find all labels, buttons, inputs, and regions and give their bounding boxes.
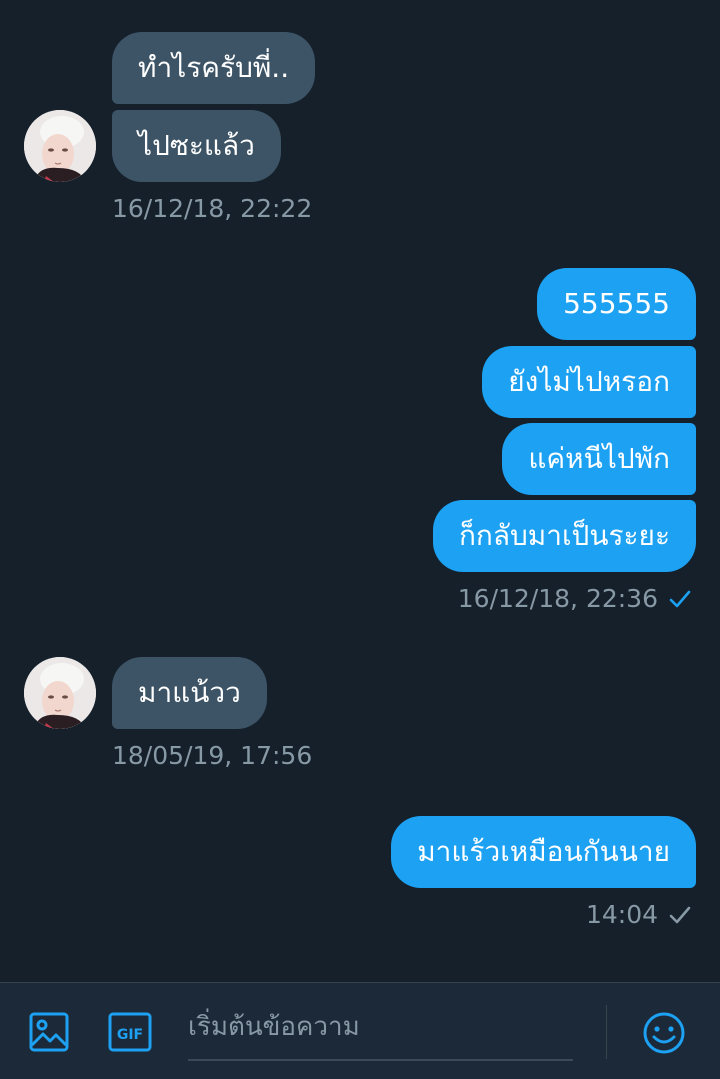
- svg-text:GIF: GIF: [117, 1027, 143, 1043]
- outgoing-message-bubble[interactable]: มาแร้วเหมือนกันนาย: [391, 816, 696, 888]
- message-timestamp: 14:04: [585, 900, 658, 929]
- checkmark-icon: [669, 906, 691, 923]
- conversation-view: ทำไรครับพี่.. ไปซะแล้ว 16/12/18, 22:22 5…: [0, 0, 720, 982]
- checkmark-icon: [669, 590, 691, 607]
- add-photo-button[interactable]: [28, 1011, 70, 1053]
- gif-icon: GIF: [108, 1012, 152, 1052]
- image-icon: [29, 1012, 69, 1052]
- outgoing-message-bubble[interactable]: 555555: [537, 268, 696, 340]
- message-input[interactable]: [188, 1005, 573, 1049]
- message-timestamp-row: 16/12/18, 22:36: [458, 584, 692, 613]
- incoming-message-bubble[interactable]: ทำไรครับพี่..: [112, 32, 316, 104]
- incoming-message-bubble[interactable]: มาแน้วว: [112, 657, 267, 729]
- message-input-wrapper: [188, 1005, 573, 1061]
- contact-avatar[interactable]: [24, 657, 96, 729]
- outgoing-message-bubble[interactable]: ยังไม่ไปหรอก: [482, 346, 696, 418]
- message-composer: GIF: [0, 982, 720, 1079]
- add-gif-button[interactable]: GIF: [108, 1011, 152, 1053]
- composer-divider: [606, 1005, 607, 1059]
- incoming-message-bubble[interactable]: ไปซะแล้ว: [112, 110, 281, 182]
- message-timestamp: 18/05/19, 17:56: [112, 741, 313, 770]
- outgoing-message-bubble[interactable]: แค่หนีไปพัก: [502, 423, 696, 495]
- message-timestamp: 16/12/18, 22:36: [457, 584, 658, 613]
- emoji-icon: [643, 1012, 685, 1054]
- message-timestamp: 16/12/18, 22:22: [112, 194, 313, 223]
- message-timestamp-row: 14:04: [586, 900, 692, 929]
- outgoing-message-bubble[interactable]: ก็กลับมาเป็นระยะ: [432, 500, 696, 572]
- emoji-button[interactable]: [642, 1011, 685, 1054]
- contact-avatar[interactable]: [24, 110, 96, 182]
